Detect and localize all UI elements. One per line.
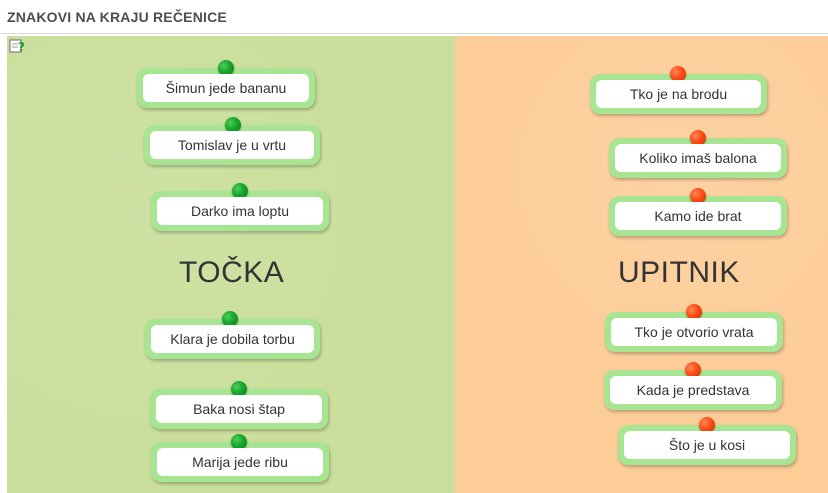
card-left-2[interactable]: Tomislav je u vrtu (144, 117, 320, 165)
card-right-3[interactable]: Kamo ide brat (609, 188, 787, 236)
zone-label-upitnik: UPITNIK (618, 256, 740, 289)
card-right-4[interactable]: Tko je otvorio vrata (605, 304, 783, 352)
card-label: Darko ima loptu (190, 203, 290, 219)
card-label: Kamo ide brat (654, 208, 742, 224)
card-left-1[interactable]: Šimun jede bananu (137, 60, 315, 108)
page-title: ZNAKOVI NA KRAJU REČENICE (7, 9, 227, 25)
card-right-5[interactable]: Kada je predstava (604, 362, 782, 410)
card-left-4[interactable]: Klara je dobila torbu (145, 311, 320, 359)
card-left-3[interactable]: Darko ima loptu (151, 183, 329, 231)
card-right-6[interactable]: Što je u kosi (618, 417, 796, 465)
sorting-board: TOČKA UPITNIK ? Šimun jede bananu Tomisl… (7, 36, 828, 493)
zone-label-tocka: TOČKA (179, 256, 285, 289)
card-label: Tomislav je u vrtu (177, 137, 287, 153)
card-left-5[interactable]: Baka nosi štap (150, 381, 328, 429)
card-label: Šimun jede bananu (165, 80, 287, 96)
card-label: Marija jede ribu (192, 454, 288, 470)
card-right-2[interactable]: Koliko imaš balona (609, 130, 787, 178)
card-left-6[interactable]: Marija jede ribu (151, 434, 329, 482)
svg-text:?: ? (18, 40, 25, 54)
card-label: Kada je predstava (636, 382, 750, 398)
card-label: Tko je na brodu (629, 86, 728, 102)
card-right-1[interactable]: Tko je na brodu (590, 66, 767, 114)
card-label: Baka nosi štap (193, 401, 285, 417)
header: ZNAKOVI NA KRAJU REČENICE (0, 0, 828, 34)
help-question-icon[interactable]: ? (9, 38, 27, 54)
card-label: Koliko imaš balona (639, 150, 757, 166)
card-label: Tko je otvorio vrata (634, 324, 754, 340)
card-label: Što je u kosi (668, 437, 746, 453)
card-label: Klara je dobila torbu (170, 331, 295, 347)
